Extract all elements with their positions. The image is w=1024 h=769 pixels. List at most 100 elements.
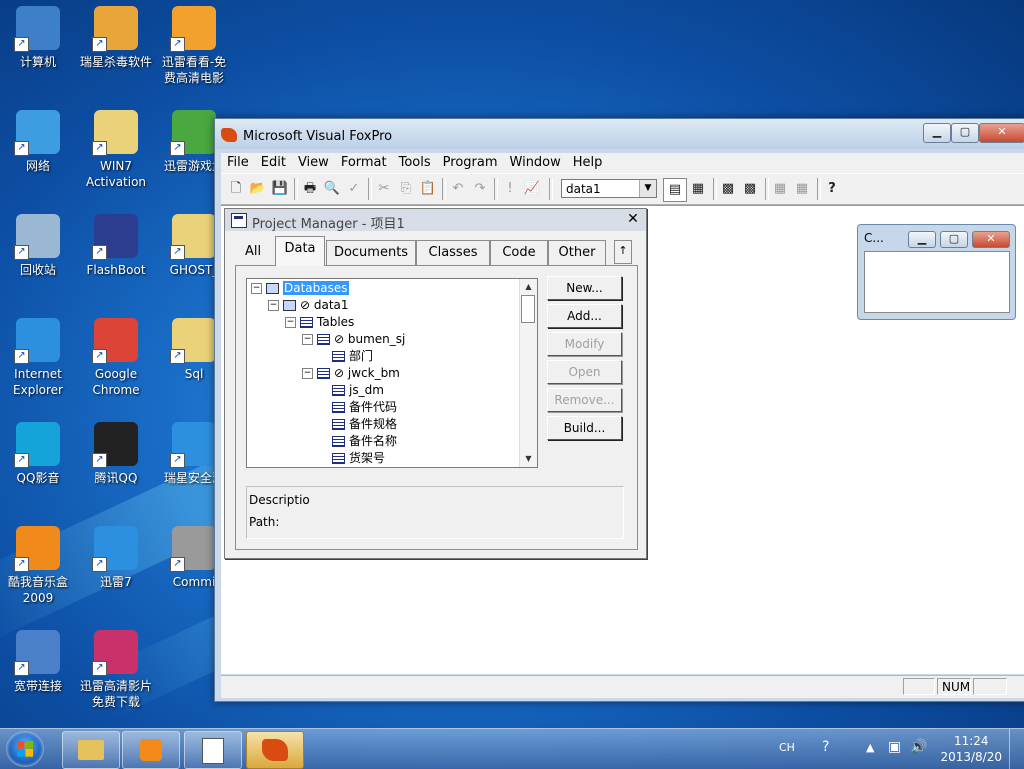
scroll-down-icon[interactable]: ▼	[520, 451, 537, 467]
maximize-button[interactable]: ▢	[951, 123, 979, 143]
help-icon[interactable]: ?	[821, 178, 843, 200]
open-button[interactable]: Open	[547, 360, 622, 384]
desktop-icon[interactable]: ↗ Google Chrome	[78, 312, 154, 398]
print-icon[interactable]: 🖶	[299, 178, 321, 200]
open-folder-icon[interactable]: 📂	[247, 178, 269, 200]
spell-check-icon[interactable]: ✓	[343, 178, 365, 200]
add-button[interactable]: Add...	[547, 304, 622, 328]
tab-data[interactable]: Data	[275, 236, 325, 266]
autoform-icon[interactable]: ▦	[769, 178, 791, 200]
desktop-icon[interactable]: ↗ WIN7 Activation	[78, 104, 154, 190]
taskbar-media[interactable]	[122, 731, 180, 769]
paste-icon[interactable]: 📋	[417, 178, 439, 200]
data-session-icon[interactable]: ▦	[687, 178, 709, 200]
report-wizard-icon[interactable]: ▩	[739, 178, 761, 200]
tray-expand-icon[interactable]: ▲	[866, 741, 874, 754]
menu-file[interactable]: File	[221, 153, 255, 170]
new-button[interactable]: New...	[547, 276, 622, 300]
tab-classes[interactable]: Classes	[416, 240, 490, 265]
network-icon[interactable]: ▣	[888, 739, 901, 755]
tree-item[interactable]: js_dm	[319, 382, 384, 398]
taskbar-foxpro[interactable]	[246, 731, 304, 769]
language-indicator[interactable]: CH	[779, 741, 795, 754]
command-window-icon[interactable]: ▤	[663, 178, 687, 202]
tab-all[interactable]: All	[235, 240, 271, 264]
tab-code[interactable]: Code	[490, 240, 548, 265]
minimize-button[interactable]: ▁	[923, 123, 951, 143]
copy-icon[interactable]: ⎘	[395, 178, 417, 200]
tree-item[interactable]: 备件名称	[319, 433, 397, 449]
collapse-icon[interactable]: −	[268, 300, 279, 311]
tree-scrollbar[interactable]: ▲ ▼	[519, 279, 537, 467]
menu-edit[interactable]: Edit	[255, 153, 292, 170]
tree-item[interactable]: 部门	[319, 348, 373, 364]
tree-item[interactable]: − ⊘ jwck_bm	[302, 365, 400, 381]
desktop-icon[interactable]: ↗ 网络	[0, 104, 76, 174]
help-icon[interactable]: ?	[822, 739, 829, 755]
menu-help[interactable]: Help	[567, 153, 609, 170]
print-preview-icon[interactable]: 🔍	[321, 178, 343, 200]
tab-documents[interactable]: Documents	[326, 240, 416, 265]
menu-program[interactable]: Program	[437, 153, 504, 170]
tree-item[interactable]: − ⊘ bumen_sj	[302, 331, 405, 347]
save-icon[interactable]: 💾	[269, 178, 291, 200]
cut-icon[interactable]: ✂	[373, 178, 395, 200]
tree-item[interactable]: − Databases	[251, 280, 349, 296]
volume-icon[interactable]: 🔊	[910, 739, 927, 755]
desktop-icon[interactable]: ↗ 迅雷高清影片免费下载	[78, 624, 154, 710]
autoreport-icon[interactable]: ▦	[791, 178, 813, 200]
collapse-icon[interactable]: −	[302, 368, 313, 379]
run-icon[interactable]: !	[499, 178, 521, 200]
database-combo[interactable]: data1 ▼	[561, 179, 657, 198]
desktop-icon[interactable]: ↗ 迅雷7	[78, 520, 154, 590]
desktop-icon[interactable]: ↗ 酷我音乐盒 2009	[0, 520, 76, 606]
mini-window-body[interactable]	[864, 251, 1010, 313]
desktop-icon[interactable]: ↗ 计算机	[0, 0, 76, 70]
scroll-up-icon[interactable]: ▲	[520, 279, 537, 295]
modify-form-icon[interactable]: 📈	[521, 178, 543, 200]
menu-format[interactable]: Format	[335, 153, 393, 170]
project-tree[interactable]: − Databases − ⊘ data1− Tables − ⊘ bumen_sj 部门 − ⊘…	[246, 278, 538, 468]
clock[interactable]: 11:24 2013/8/20	[940, 733, 1002, 765]
maximize-button[interactable]: ▢	[940, 231, 968, 248]
desktop-icon[interactable]: ↗ 腾讯QQ	[78, 416, 154, 486]
show-desktop-button[interactable]	[1009, 729, 1024, 769]
close-button[interactable]: ✕	[979, 123, 1024, 143]
desktop-icon[interactable]: ↗ 瑞星杀毒软件	[78, 0, 154, 70]
collapse-icon[interactable]: −	[251, 283, 262, 294]
modify-button[interactable]: Modify	[547, 332, 622, 356]
desktop-icon[interactable]: ↗ QQ影音	[0, 416, 76, 486]
tree-item[interactable]: − ⊘ data1	[268, 297, 349, 313]
redo-icon[interactable]: ↷	[469, 178, 491, 200]
menu-tools[interactable]: Tools	[393, 153, 437, 170]
remove-button[interactable]: Remove...	[547, 388, 622, 412]
menu-window[interactable]: Window	[504, 153, 567, 170]
tab-other[interactable]: Other	[548, 240, 606, 265]
desktop-icon[interactable]: ↗ FlashBoot	[78, 208, 154, 278]
mini-window-title[interactable]: C...	[864, 231, 884, 245]
tree-item[interactable]: − Tables	[285, 314, 354, 330]
scrollbar-thumb[interactable]	[521, 295, 535, 323]
taskbar-explorer[interactable]	[62, 731, 120, 769]
new-file-icon[interactable]: 🗋	[225, 178, 247, 200]
undo-icon[interactable]: ↶	[447, 178, 469, 200]
tree-item[interactable]: 货架号	[319, 450, 385, 466]
tree-item[interactable]: 备件规格	[319, 416, 397, 432]
form-wizard-icon[interactable]: ▩	[717, 178, 739, 200]
window-titlebar[interactable]: Microsoft Visual FoxPro ▁ ▢ ✕	[215, 119, 1024, 149]
collapse-icon[interactable]: −	[302, 334, 313, 345]
collapse-arrow-icon[interactable]: ↑	[614, 240, 632, 264]
tree-item[interactable]: 备件代码	[319, 399, 397, 415]
chevron-down-icon[interactable]: ▼	[639, 180, 656, 197]
desktop-icon[interactable]: ↗ 宽带连接	[0, 624, 76, 694]
close-icon[interactable]: ✕	[626, 212, 640, 226]
desktop-icon[interactable]: ↗ 迅雷看看-免费高清电影	[156, 0, 232, 86]
desktop-icon[interactable]: ↗ Internet Explorer	[0, 312, 76, 398]
minimize-button[interactable]: ▁	[908, 231, 936, 248]
project-manager-titlebar[interactable]: Project Manager - 项目1 ✕	[225, 209, 646, 232]
desktop-icon[interactable]: ↗ 回收站	[0, 208, 76, 278]
collapse-icon[interactable]: −	[285, 317, 296, 328]
start-button[interactable]	[6, 731, 44, 767]
close-button[interactable]: ✕	[972, 231, 1010, 248]
build-button[interactable]: Build...	[547, 416, 622, 440]
